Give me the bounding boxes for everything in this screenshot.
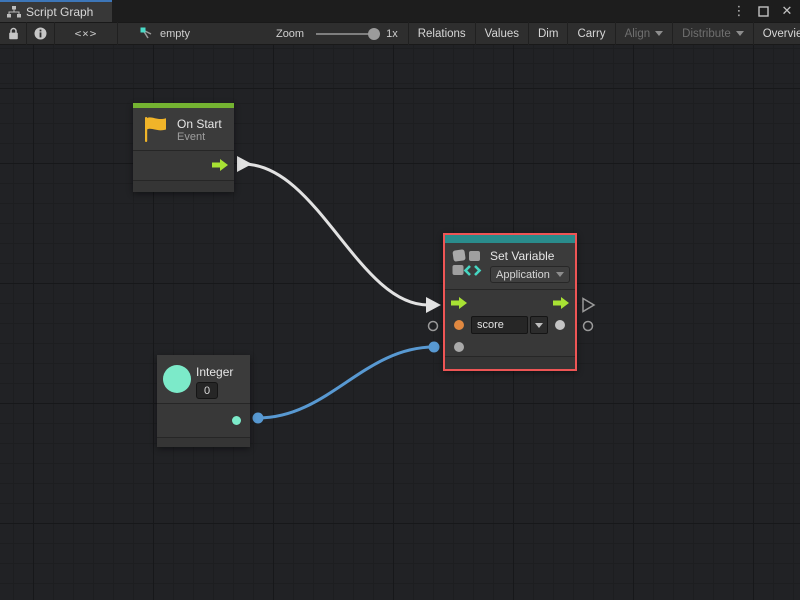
window-menu-button[interactable]: ⋮ xyxy=(730,2,748,20)
node-footer xyxy=(445,357,575,369)
node-integer[interactable]: Integer 0 xyxy=(157,355,250,447)
tab-script-graph[interactable]: Script Graph xyxy=(0,0,112,22)
graph-hierarchy-icon xyxy=(7,6,21,18)
zoom-label: Zoom xyxy=(276,28,304,40)
maximize-icon xyxy=(758,6,769,17)
flow-input-port[interactable] xyxy=(451,297,467,309)
values-button[interactable]: Values xyxy=(476,23,528,45)
variable-scope-dropdown[interactable]: Application xyxy=(490,266,570,283)
info-button[interactable] xyxy=(27,23,54,45)
maximize-button[interactable] xyxy=(754,2,772,20)
wire-end-arrow-icon xyxy=(426,297,441,313)
distribute-button[interactable]: Distribute xyxy=(673,23,753,45)
node-footer xyxy=(157,438,250,447)
value-output-port[interactable] xyxy=(555,320,565,330)
graph-status-label: empty xyxy=(160,28,190,40)
close-button[interactable]: ✕ xyxy=(778,2,796,20)
close-icon: ✕ xyxy=(782,3,793,19)
variable-name-port[interactable] xyxy=(454,320,464,330)
lock-button[interactable] xyxy=(0,23,26,45)
zoom-control: Zoom 1x xyxy=(276,28,408,40)
carry-button[interactable]: Carry xyxy=(568,23,614,45)
dropdown-arrow-icon xyxy=(556,272,564,277)
flow-connection-wire[interactable] xyxy=(237,156,441,313)
value-connection-wire[interactable] xyxy=(253,342,440,424)
node-subtitle: Event xyxy=(177,131,222,143)
variable-accent-stripe xyxy=(445,235,575,243)
graph-status: empty xyxy=(140,27,190,40)
info-icon xyxy=(34,27,47,40)
dropdown-arrow-icon xyxy=(535,323,543,328)
integer-value-input[interactable]: 0 xyxy=(196,382,218,399)
dropdown-arrow-icon xyxy=(655,31,663,36)
wire-start-cap xyxy=(253,413,264,424)
zoom-slider-handle[interactable] xyxy=(368,28,380,40)
graph-canvas[interactable]: On Start Event Set Variable xyxy=(0,45,800,600)
integer-type-icon xyxy=(163,365,191,393)
zoom-slider[interactable] xyxy=(316,33,378,35)
connection-layer xyxy=(0,45,800,600)
dropdown-arrow-icon xyxy=(736,31,744,36)
node-on-start[interactable]: On Start Event xyxy=(133,103,234,192)
graph-pointer-icon xyxy=(140,27,154,40)
wire-start-arrow-icon xyxy=(237,156,252,172)
node-footer xyxy=(133,181,234,192)
wire-end-cap xyxy=(429,342,440,353)
scope-label: Application xyxy=(496,269,550,281)
node-title: On Start xyxy=(177,117,222,131)
flow-output-port[interactable] xyxy=(212,159,228,171)
toolbar-divider xyxy=(117,22,118,45)
node-title: Set Variable xyxy=(490,249,570,263)
value-in-proxy-circle[interactable] xyxy=(429,322,438,331)
variable-name-dropdown-button[interactable] xyxy=(530,316,548,334)
set-variable-icon xyxy=(452,249,482,278)
lock-icon xyxy=(8,27,19,40)
overview-button[interactable]: Overview xyxy=(754,23,800,45)
window-titlebar: Script Graph ⋮ ✕ xyxy=(0,0,800,22)
graph-toolbar: <×> empty Zoom 1x Relations Values Dim C… xyxy=(0,22,800,45)
flag-icon xyxy=(141,115,168,143)
node-set-variable[interactable]: Set Variable Application xyxy=(443,233,577,371)
kebab-menu-icon: ⋮ xyxy=(733,3,746,19)
flow-output-port[interactable] xyxy=(553,297,569,309)
flow-out-proxy-triangle[interactable] xyxy=(583,299,594,312)
relations-button[interactable]: Relations xyxy=(409,23,475,45)
node-title: Integer xyxy=(196,365,233,379)
dim-button[interactable]: Dim xyxy=(529,23,567,45)
tab-title: Script Graph xyxy=(26,5,93,19)
value-out-proxy-circle[interactable] xyxy=(584,322,593,331)
code-view-icon: <×> xyxy=(75,27,98,40)
variable-name-input[interactable] xyxy=(471,316,528,334)
zoom-value: 1x xyxy=(386,28,398,40)
integer-output-port[interactable] xyxy=(232,416,241,425)
align-button[interactable]: Align xyxy=(616,23,673,45)
value-input-port[interactable] xyxy=(454,342,464,352)
code-view-button[interactable]: <×> xyxy=(55,23,117,45)
